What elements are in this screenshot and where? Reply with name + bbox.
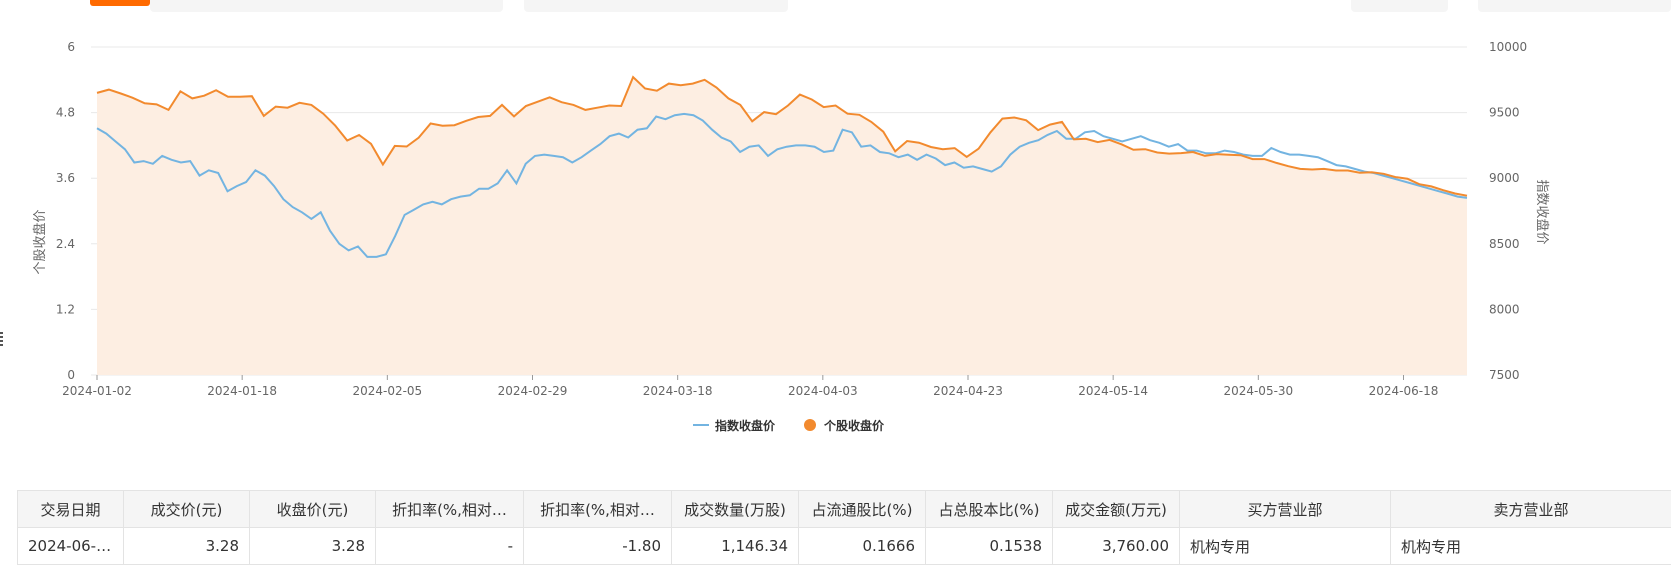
right-axis-ticks: 7500 8000 8500 9000 9500 10000	[1489, 40, 1527, 382]
x-tick-label: 2024-02-29	[498, 384, 568, 398]
table-cell: 3.28	[124, 528, 250, 565]
legend-stock-swatch	[804, 419, 816, 431]
x-tick-label: 2024-04-23	[933, 384, 1003, 398]
column-header[interactable]: 占总股本比(%)	[926, 491, 1053, 528]
legend-stock-label: 个股收盘价	[823, 418, 885, 433]
table-header-row: 交易日期成交价(元)收盘价(元)折扣率(%,相对…折扣率(%,相对…成交数量(万…	[18, 491, 1671, 528]
filter-box-3[interactable]	[1351, 0, 1448, 12]
right-tick-label: 10000	[1489, 40, 1527, 54]
left-axis-title: 个股收盘价	[32, 209, 48, 274]
x-tick-label: 2024-02-05	[352, 384, 422, 398]
x-tick-label: 2024-01-02	[62, 384, 132, 398]
filter-box-2[interactable]	[524, 0, 788, 12]
right-tick-label: 8500	[1489, 237, 1520, 251]
table-cell: 机构专用	[1391, 528, 1671, 565]
left-tick-label: 0	[67, 368, 75, 382]
right-axis-title: 指数收盘价	[1534, 179, 1550, 244]
active-tab-indicator[interactable]	[90, 0, 150, 6]
legend-index-label: 指数收盘价	[715, 418, 776, 433]
block-trade-table: 交易日期成交价(元)收盘价(元)折扣率(%,相对…折扣率(%,相对…成交数量(万…	[17, 490, 1671, 565]
legend-item-index[interactable]: 指数收盘价	[693, 418, 776, 433]
column-header[interactable]: 折扣率(%,相对…	[376, 491, 524, 528]
table-cell: 0.1666	[799, 528, 926, 565]
column-header[interactable]: 成交金额(万元)	[1053, 491, 1180, 528]
table-cell: 1,146.34	[672, 528, 799, 565]
table-cell: 3,760.00	[1053, 528, 1180, 565]
x-tick-label: 2024-03-18	[643, 384, 713, 398]
chart-legend: 指数收盘价 个股收盘价	[693, 418, 885, 433]
table-cell: -	[376, 528, 524, 565]
column-header[interactable]: 买方营业部	[1180, 491, 1391, 528]
right-tick-label: 9000	[1489, 171, 1520, 185]
filter-box-4[interactable]	[1478, 0, 1671, 12]
right-tick-label: 9500	[1489, 106, 1520, 120]
column-header[interactable]: 折扣率(%,相对…	[524, 491, 672, 528]
left-axis-ticks: 0 1.2 2.4 3.6 4.8 6	[56, 40, 75, 382]
x-tick-label: 2024-06-18	[1369, 384, 1439, 398]
left-tick-label: 6	[67, 40, 75, 54]
table-cell: -1.80	[524, 528, 672, 565]
filter-box-1[interactable]	[150, 0, 503, 12]
left-tick-label: 1.2	[56, 302, 75, 316]
column-header[interactable]: 占流通股比(%)	[799, 491, 926, 528]
left-tick-label: 4.8	[56, 106, 75, 120]
left-tick-label: 3.6	[56, 171, 75, 185]
x-axis-ticks: 2024-01-02 2024-01-18 2024-02-05 2024-02-29…	[62, 375, 1438, 398]
column-header[interactable]: 收盘价(元)	[250, 491, 376, 528]
x-tick-label: 2024-05-30	[1223, 384, 1293, 398]
column-header[interactable]: 交易日期	[18, 491, 124, 528]
column-header[interactable]: 成交数量(万股)	[672, 491, 799, 528]
top-toolbar	[0, 0, 1671, 14]
legend-item-stock[interactable]: 个股收盘价	[804, 418, 885, 433]
x-tick-label: 2024-04-03	[788, 384, 858, 398]
x-tick-label: 2024-05-14	[1078, 384, 1148, 398]
table-cell: 机构专用	[1180, 528, 1391, 565]
price-chart: 0 1.2 2.4 3.6 4.8 6 7500 8000 8500 9000 9500 10000…	[0, 30, 1671, 440]
right-tick-label: 8000	[1489, 302, 1520, 316]
column-header[interactable]: 成交价(元)	[124, 491, 250, 528]
table-cell: 2024-06-25	[18, 528, 124, 565]
table-cell: 3.28	[250, 528, 376, 565]
column-header[interactable]: 卖方营业部	[1391, 491, 1671, 528]
stock-area-fill	[97, 77, 1467, 375]
x-tick-label: 2024-01-18	[207, 384, 277, 398]
table-row: 2024-06-253.283.28--1.801,146.340.16660.…	[18, 528, 1671, 565]
left-tick-label: 2.4	[56, 237, 75, 251]
right-tick-label: 7500	[1489, 368, 1520, 382]
table-cell: 0.1538	[926, 528, 1053, 565]
